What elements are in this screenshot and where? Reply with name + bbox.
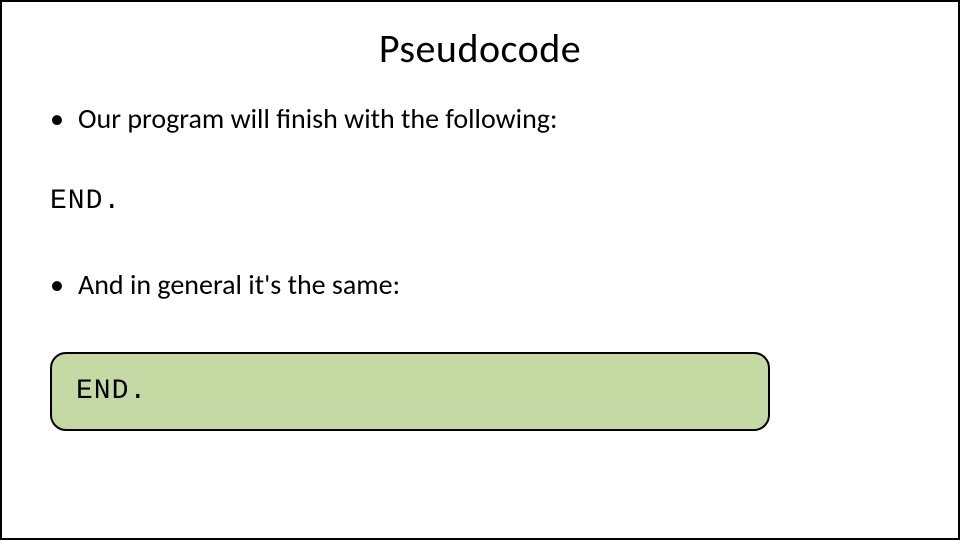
bullet-list: And in general it's the same:	[50, 267, 910, 302]
slide-body: Our program will finish with the followi…	[2, 101, 958, 431]
code-line-1: END.	[50, 186, 910, 217]
slide-frame: Pseudocode Our program will finish with …	[0, 0, 960, 540]
bullet-item: Our program will finish with the followi…	[50, 101, 910, 136]
highlight-box: END.	[50, 352, 770, 431]
bullet-item: And in general it's the same:	[50, 267, 910, 302]
bullet-list: Our program will finish with the followi…	[50, 101, 910, 136]
code-line-2: END.	[76, 376, 744, 407]
slide-title: Pseudocode	[2, 24, 958, 73]
